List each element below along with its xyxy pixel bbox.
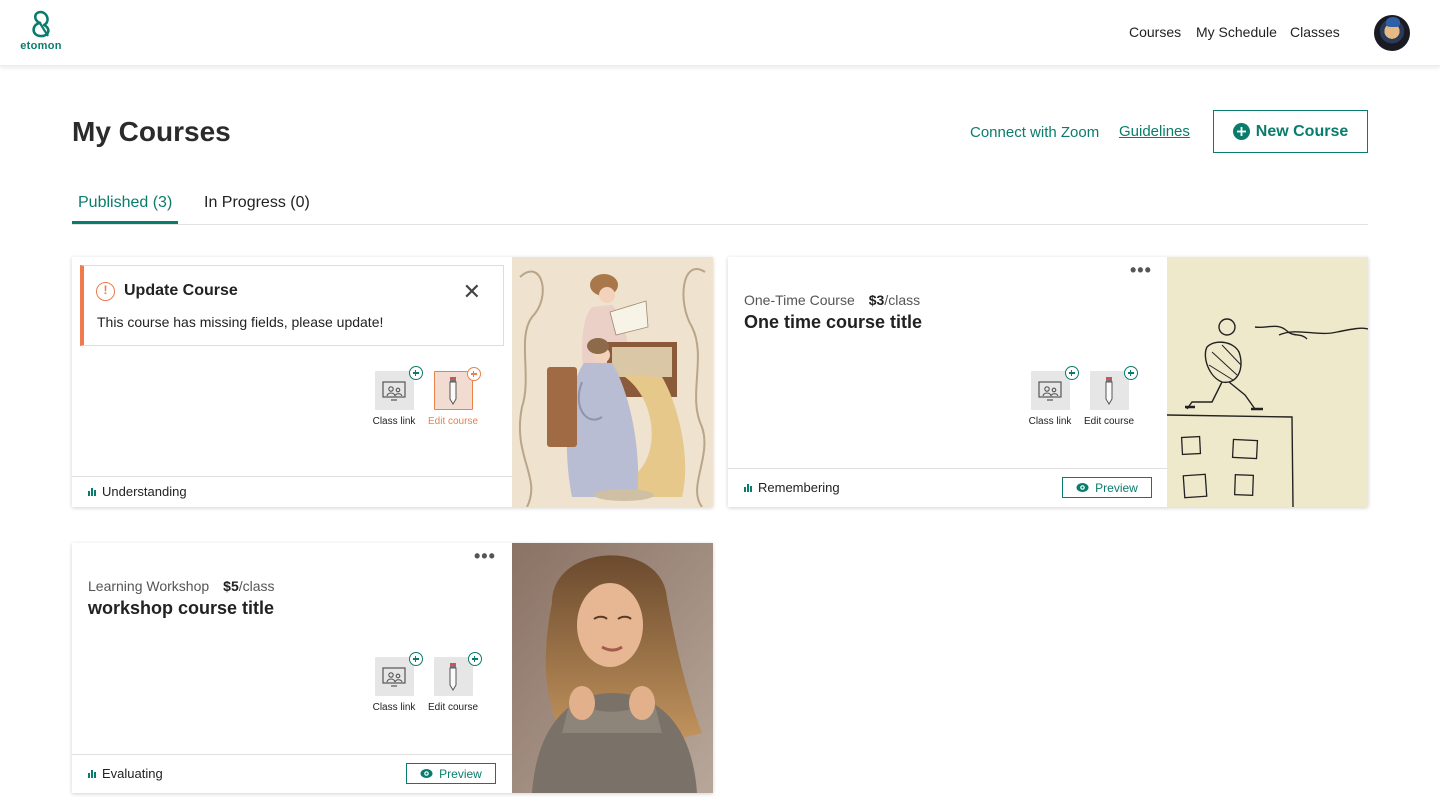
- class-link-icon: [382, 666, 406, 687]
- new-course-button[interactable]: New Course: [1213, 110, 1368, 153]
- eye-icon: [1076, 483, 1089, 492]
- alert-title: Update Course: [124, 282, 238, 299]
- edit-course-button[interactable]: Edit course: [1079, 366, 1139, 427]
- alert-message: This course has missing fields, please u…: [97, 314, 384, 330]
- course-price: $3: [868, 292, 885, 308]
- course-image: [512, 257, 713, 507]
- class-link-icon: [1038, 380, 1062, 401]
- class-link-tile: [1030, 366, 1079, 410]
- edit-course-label: Edit course: [427, 702, 479, 713]
- course-level: Remembering: [744, 480, 840, 495]
- course-image: [1167, 257, 1368, 507]
- pencil-icon: [449, 376, 457, 405]
- eye-icon: [420, 769, 433, 778]
- course-type: One-Time Course $3/class: [744, 292, 920, 308]
- level-bars-icon: [88, 769, 96, 778]
- new-course-label: New Course: [1255, 122, 1349, 140]
- level-label: Remembering: [758, 480, 840, 495]
- vintage-painting-image: [512, 257, 713, 507]
- pencil-icon: [1105, 376, 1113, 405]
- plus-circle-icon: [1232, 123, 1250, 140]
- level-label: Understanding: [102, 484, 187, 499]
- edit-course-button[interactable]: Edit course: [423, 652, 483, 713]
- course-card: ••• One-Time Course $3/class One time cou…: [728, 257, 1368, 507]
- class-link-icon: [382, 380, 406, 401]
- more-options-icon[interactable]: •••: [1130, 261, 1152, 279]
- level-label: Evaluating: [102, 766, 163, 781]
- class-link-tile: [374, 366, 423, 410]
- class-link-button[interactable]: Class link: [1020, 366, 1080, 427]
- preview-label: Preview: [439, 766, 482, 781]
- page-title: My Courses: [72, 116, 231, 147]
- class-link-tile: [374, 652, 423, 696]
- top-navigation-bar: etomon Courses My Schedule Classes: [0, 0, 1440, 66]
- close-icon[interactable]: ✕: [463, 281, 481, 303]
- level-bars-icon: [744, 483, 752, 492]
- add-icon: [467, 652, 482, 666]
- course-title: One time course title: [744, 312, 923, 332]
- tabs-divider: [72, 224, 1368, 225]
- etomon-logo[interactable]: etomon: [18, 9, 64, 57]
- card-divider: [72, 476, 512, 477]
- course-level: Evaluating: [88, 766, 163, 781]
- course-type: Learning Workshop $5/class: [88, 578, 275, 594]
- logo-icon: [32, 10, 50, 38]
- class-link-label: Class link: [372, 702, 416, 713]
- update-course-alert: ! Update Course This course has missing …: [80, 265, 504, 346]
- course-card: ••• Learning Workshop $5/class workshop c…: [72, 543, 713, 793]
- nav-my-schedule[interactable]: My Schedule: [1196, 24, 1277, 40]
- add-icon: [408, 366, 423, 380]
- add-icon: [1064, 366, 1079, 380]
- nav-courses[interactable]: Courses: [1129, 24, 1181, 40]
- nav-classes[interactable]: Classes: [1290, 24, 1340, 40]
- more-options-icon[interactable]: •••: [474, 547, 496, 565]
- course-title: workshop course title: [88, 598, 275, 618]
- edit-course-button[interactable]: Edit course: [423, 367, 483, 427]
- edit-course-label: Edit course: [427, 416, 479, 427]
- user-avatar[interactable]: [1374, 15, 1410, 51]
- edit-course-tile: [433, 652, 482, 696]
- tab-published[interactable]: Published (3): [78, 194, 172, 212]
- edit-course-label: Edit course: [1083, 416, 1135, 427]
- add-icon: [1123, 366, 1138, 380]
- course-type-label: Learning Workshop: [88, 578, 210, 594]
- connect-zoom-link[interactable]: Connect with Zoom: [970, 124, 1099, 141]
- class-link-label: Class link: [372, 416, 416, 427]
- active-tab-indicator: [72, 221, 178, 224]
- preview-button[interactable]: Preview: [406, 763, 496, 784]
- preview-label: Preview: [1095, 480, 1138, 495]
- warning-icon: !: [96, 282, 115, 301]
- course-level: Understanding: [88, 484, 187, 499]
- course-price: $5: [223, 578, 239, 594]
- logo-text: etomon: [20, 40, 62, 52]
- card-divider: [728, 468, 1168, 469]
- pencil-icon: [449, 662, 457, 691]
- level-bars-icon: [88, 487, 96, 496]
- tab-in-progress[interactable]: In Progress (0): [204, 194, 310, 212]
- class-link-button[interactable]: Class link: [364, 366, 424, 427]
- course-image: [512, 543, 713, 793]
- guidelines-link[interactable]: Guidelines: [1119, 123, 1190, 140]
- portrait-photo-image: [512, 543, 713, 793]
- price-unit: /class: [884, 292, 921, 308]
- price-unit: /class: [238, 578, 275, 594]
- edit-course-tile: [433, 367, 481, 410]
- preview-button[interactable]: Preview: [1062, 477, 1152, 498]
- edit-course-tile: [1089, 366, 1138, 410]
- add-icon: [466, 367, 481, 381]
- course-card: ! Update Course This course has missing …: [72, 257, 713, 507]
- class-link-button[interactable]: Class link: [364, 652, 424, 713]
- card-divider: [72, 754, 512, 755]
- class-link-label: Class link: [1028, 416, 1072, 427]
- course-type-label: One-Time Course: [744, 292, 855, 308]
- line-drawing-image: [1167, 257, 1368, 507]
- add-icon: [408, 652, 423, 666]
